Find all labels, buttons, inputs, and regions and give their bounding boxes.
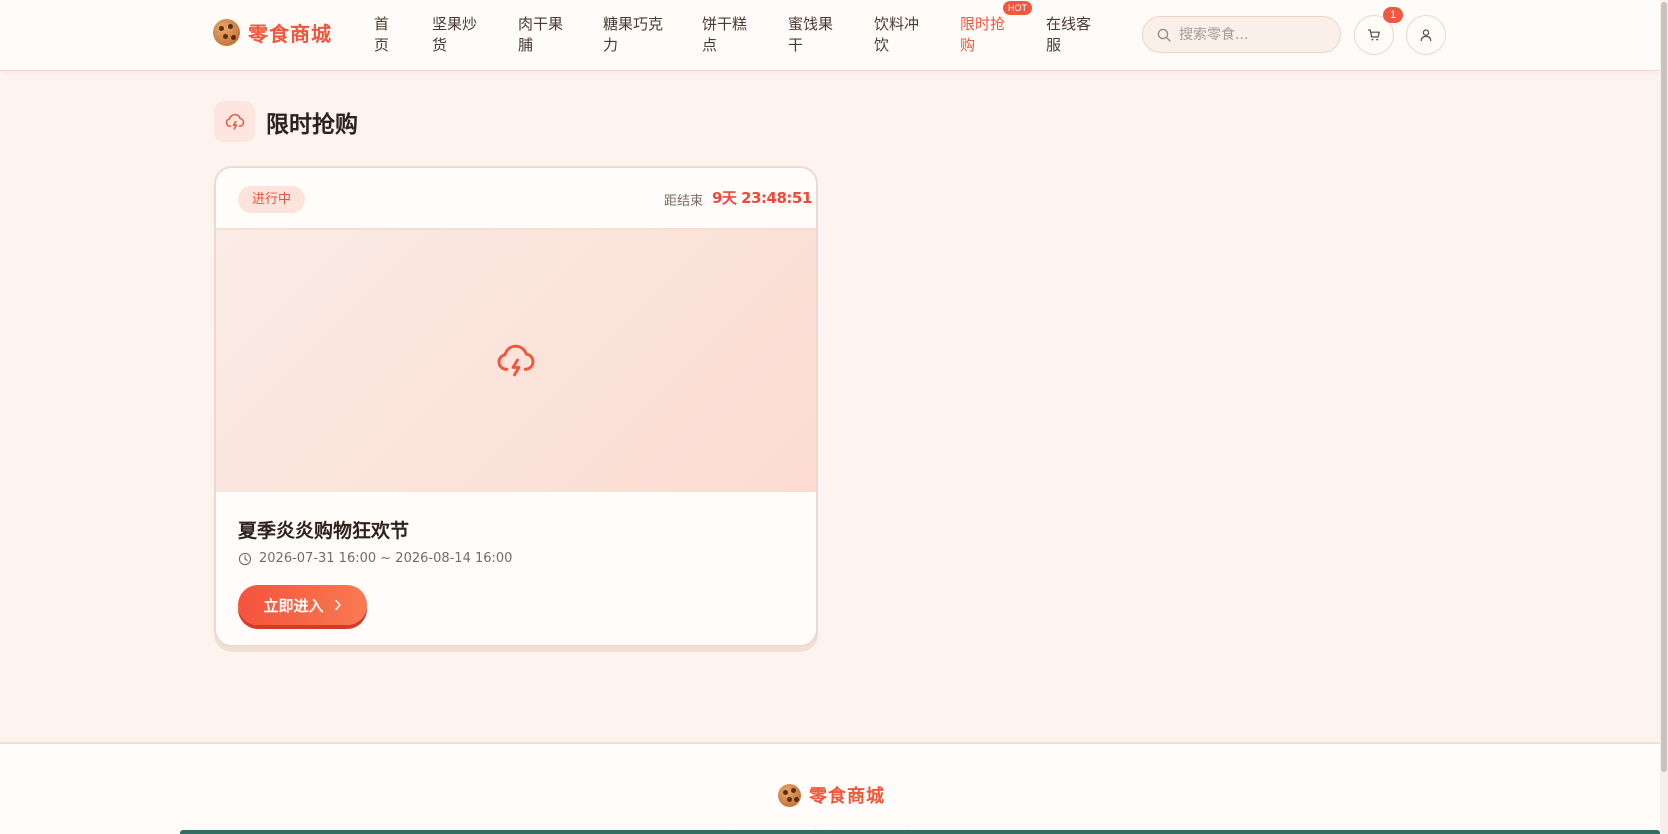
nav-label-line1: 肉干果 xyxy=(518,15,564,33)
nav-label-line2: 页 xyxy=(374,36,390,54)
brand-logo[interactable]: 零食商城 xyxy=(213,18,332,47)
nav-item-customer-service[interactable]: 在线客 服 xyxy=(1046,14,1132,56)
nav-label-line1: 饮料冲 xyxy=(874,15,920,33)
enter-now-button[interactable]: 立即进入 xyxy=(238,585,367,625)
nav-label-line2: 干 xyxy=(788,36,804,54)
bottom-edge xyxy=(180,830,1660,834)
nav-label-line1: 糖果巧克 xyxy=(603,15,664,33)
search-icon xyxy=(1157,28,1171,42)
footer-brand[interactable]: 零食商城 xyxy=(778,782,885,808)
page-title: 限时抢购 xyxy=(266,111,358,138)
search-input[interactable] xyxy=(1179,26,1329,43)
nav-label-line1: 首 xyxy=(374,15,390,33)
enter-button-label: 立即进入 xyxy=(263,596,324,615)
flash-sale-card[interactable]: 进行中 距结束 9天 23:48:51 夏季炎炎购物狂欢节 2026-07-31… xyxy=(214,166,818,647)
nav-label-line2: 服 xyxy=(1046,36,1062,54)
nav-label-line2: 力 xyxy=(603,36,619,54)
nav-item-home[interactable]: 首 页 xyxy=(374,14,432,56)
sale-title: 夏季炎炎购物狂欢节 xyxy=(238,520,410,542)
nav-label-line1: 在线客 xyxy=(1046,15,1092,33)
time-range-text: 2026-07-31 16:00 ~ 2026-08-14 16:00 xyxy=(259,551,513,566)
nav-label-line2: 饮 xyxy=(874,36,890,54)
cookie-icon xyxy=(213,19,240,46)
clock-icon xyxy=(238,552,252,565)
nav-item-drinks[interactable]: 饮料冲 饮 xyxy=(874,14,960,56)
search-box[interactable] xyxy=(1142,16,1341,53)
footer-brand-name: 零食商城 xyxy=(809,786,885,807)
app-root: 零食商城 首 页 坚果炒 货 肉干果 脯 糖果巧克 力 饼干糕 点 蜜饯果 干 … xyxy=(0,0,1668,834)
nav-label-line2: 购 xyxy=(960,36,976,54)
nav-label-line2: 脯 xyxy=(518,36,534,54)
user-button[interactable] xyxy=(1406,15,1446,55)
nav-item-nuts[interactable]: 坚果炒 货 xyxy=(432,14,518,56)
nav-label-line1: 坚果炒 xyxy=(432,15,478,33)
user-icon xyxy=(1420,29,1432,42)
nav-item-candy[interactable]: 糖果巧克 力 xyxy=(603,14,702,56)
page-footer: 零食商城 分类专区 在线客服 个人中心 xyxy=(0,742,1660,834)
hot-badge: HOT xyxy=(1003,1,1032,15)
cart-count-badge: 1 xyxy=(1383,7,1403,23)
nav-label-line1: 限时抢 xyxy=(960,15,1006,33)
brand-name: 零食商城 xyxy=(248,22,332,46)
sale-time-range: 2026-07-31 16:00 ~ 2026-08-14 16:00 xyxy=(238,551,512,566)
scrollbar-thumb[interactable] xyxy=(1661,2,1667,772)
countdown-label: 距结束 xyxy=(664,194,704,209)
top-header: 零食商城 首 页 坚果炒 货 肉干果 脯 糖果巧克 力 饼干糕 点 蜜饯果 干 … xyxy=(0,0,1660,71)
cart-icon xyxy=(1367,29,1380,41)
status-badge: 进行中 xyxy=(238,186,306,213)
cookie-icon xyxy=(778,783,801,807)
nav-label-line1: 饼干糕 xyxy=(702,15,748,33)
nav-label-line1: 蜜饯果 xyxy=(788,15,834,33)
nav-item-jerky[interactable]: 肉干果 脯 xyxy=(518,14,603,56)
lightning-cloud-icon xyxy=(214,101,255,142)
card-image[interactable] xyxy=(216,230,816,492)
nav-item-dried-fruit[interactable]: 蜜饯果 干 xyxy=(788,14,874,56)
lightning-cloud-icon xyxy=(497,344,535,377)
nav-label-line2: 货 xyxy=(432,36,448,54)
main-nav: 首 页 坚果炒 货 肉干果 脯 糖果巧克 力 饼干糕 点 蜜饯果 干 饮料冲 饮… xyxy=(374,14,1132,56)
countdown-timer: 9天 23:48:51 xyxy=(712,189,812,207)
nav-item-biscuits[interactable]: 饼干糕 点 xyxy=(702,14,788,56)
nav-label-line2: 点 xyxy=(702,36,718,54)
nav-item-flash-sale[interactable]: 限时抢 购 xyxy=(960,14,1046,56)
chevron-right-icon xyxy=(334,599,341,611)
card-header: 进行中 距结束 9天 23:48:51 xyxy=(216,168,816,230)
section-header: 限时抢购 xyxy=(214,101,358,142)
